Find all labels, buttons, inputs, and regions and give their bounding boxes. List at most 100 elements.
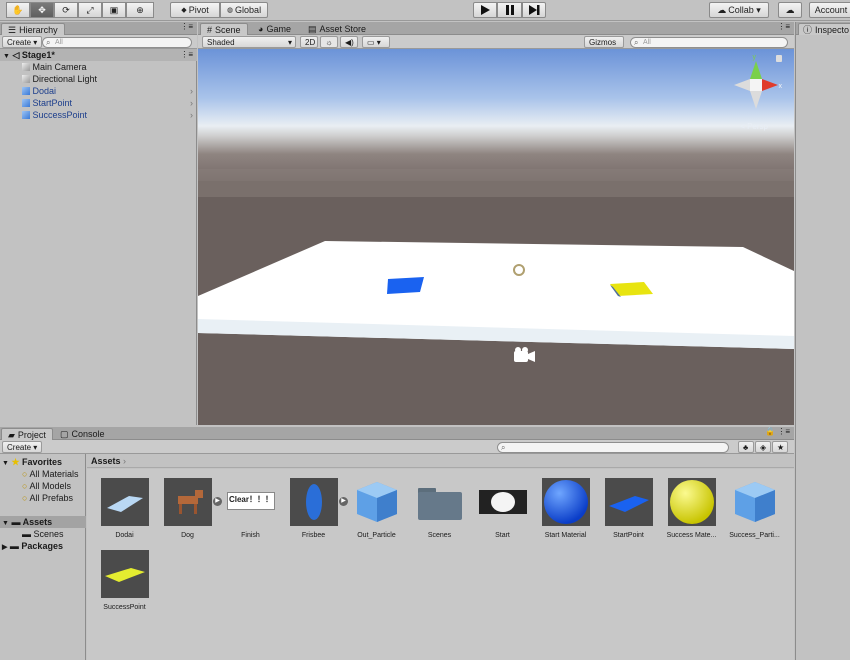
pivot-button[interactable]: ◆ Pivot [170,2,220,18]
collab-button[interactable]: ☁ Collab ▾ [709,2,769,18]
asset-item[interactable]: Dodai [93,478,156,548]
play-button[interactable] [473,2,497,18]
asset-item[interactable]: Out_Particle [345,478,408,548]
hierarchy-search-input[interactable]: ⌕ All [42,37,192,48]
transform-tool-icon[interactable]: ⊕ [126,2,154,18]
tag-icon: ◈ [760,443,767,452]
hierarchy-create-button[interactable]: Create ▾ [2,36,43,48]
pause-button[interactable] [497,2,522,18]
tab-game[interactable]: ◕ Game [252,23,297,35]
scene-root-row[interactable]: ▼ ◁ Stage1* ⋮≡ [0,49,197,61]
account-button[interactable]: Account [809,2,850,18]
asset-thumbnail [101,550,149,598]
step-icon [528,5,539,15]
pause-icon [505,5,514,15]
asset-item[interactable]: Scenes [408,478,471,548]
project-create-button[interactable]: Create ▾ [2,441,43,453]
rotate-tool-icon[interactable]: ⟳ [54,2,78,18]
hierarchy-item[interactable]: Main Camera [22,61,87,73]
asset-item[interactable]: Success_Parti... [723,478,786,548]
asset-item[interactable]: ▶ Frisbee [282,478,348,548]
tab-inspector[interactable]: ⓘ Inspecto [798,23,850,35]
chevron-right-icon[interactable]: › [190,109,193,121]
panel-menu-icon[interactable]: 🔒 ⋮≡ [765,427,790,436]
global-button[interactable]: ◍ Global [220,2,268,18]
tab-asset-store[interactable]: ▤ Asset Store [302,23,372,35]
asset-item[interactable]: Success Mate... [660,478,723,548]
asset-label: Finish [241,532,260,539]
filter-label-button[interactable]: ◈ [755,441,771,453]
create-label: Create [7,38,32,47]
expand-arrow-icon[interactable]: ▼ [2,460,9,467]
panel-menu-icon[interactable]: ⋮≡ [777,22,790,31]
chevron-right-icon[interactable]: › [190,97,193,109]
asset-thumbnail [353,478,401,526]
asset-thumbnail [416,478,464,526]
step-button[interactable] [522,2,546,18]
gameobject-icon [22,75,30,83]
prefab-icon [22,87,30,95]
breadcrumb-assets[interactable]: Assets [91,456,121,466]
expand-arrow-icon[interactable]: ▼ [3,53,10,60]
hierarchy-item[interactable]: SuccessPoint › [22,109,197,121]
lighting-toggle[interactable]: ☼ [320,36,338,48]
pivot-label: Pivot [188,5,209,15]
assets-folder-row[interactable]: ▼ ▬ Assets [0,516,86,528]
packages-folder-row[interactable]: ▶ ▬ Packages [2,540,63,552]
hierarchy-item[interactable]: StartPoint › [22,97,197,109]
scale-tool-icon[interactable]: ⤢ [78,2,102,18]
search-icon: ○ [22,469,28,479]
collapse-arrow-icon[interactable]: ▶ [2,544,7,551]
asset-item[interactable]: Start [471,478,534,548]
cloud-services-button[interactable]: ☁ [778,2,802,18]
asset-thumbnail [290,478,338,526]
hand-tool-icon[interactable]: ✋ [6,2,30,18]
asset-item[interactable]: ▶ Dog [156,478,222,548]
prefab-icon [22,111,30,119]
asset-item[interactable]: SuccessPoint [93,550,156,620]
expand-arrow-icon[interactable]: ▼ [2,520,9,527]
audio-toggle[interactable]: ◀) [340,36,358,48]
hierarchy-item[interactable]: Dodai › [22,85,197,97]
inspector-title: Inspecto [815,24,850,35]
asset-item[interactable]: Start Material [534,478,597,548]
orientation-gizmo-icon[interactable] [726,55,786,125]
scene-menu-icon[interactable]: ⋮≡ [180,49,193,61]
gizmo-x-label: x [778,83,783,90]
tab-hierarchy[interactable]: ☰ Hierarchy [1,23,65,35]
asset-thumbnail [101,478,149,526]
tab-console[interactable]: ▢ Console [54,428,111,440]
2d-label: 2D [305,38,316,47]
2d-toggle[interactable]: 2D [300,36,318,48]
scenes-folder-row[interactable]: ▬ Scenes [22,528,64,540]
favorite-button[interactable]: ★ [772,441,788,453]
hierarchy-item[interactable]: Directional Light [22,73,97,85]
scene-search-input[interactable]: ⌕ All [630,37,788,48]
rect-tool-icon[interactable]: ▣ [102,2,126,18]
favorite-item[interactable]: ○ All Models [22,480,71,492]
gizmos-dropdown[interactable]: Gizmos ▾ [584,36,624,58]
favorite-item[interactable]: ○ All Materials [22,468,78,480]
move-tool-icon[interactable]: ✥ [30,2,54,18]
hierarchy-title: Hierarchy [19,24,58,35]
gizmos-label: Gizmos [589,38,617,47]
asset-item[interactable]: StartPoint [597,478,660,548]
project-search-input[interactable]: ⌕ [497,442,729,453]
tab-game-label: Game [266,24,291,34]
tab-project[interactable]: ▰ Project [1,428,53,440]
effects-dropdown[interactable]: ▭ ▾ [362,36,390,48]
asset-item[interactable]: Clear！！！ Finish [219,478,282,548]
tab-scene[interactable]: # Scene [200,23,248,35]
favorite-item[interactable]: ○ All Prefabs [22,492,73,504]
shading-mode-select[interactable]: Shaded ▾ [202,36,296,48]
finish-thumbnail-text: Clear！！！ [227,492,275,510]
store-icon: ▤ [308,24,317,34]
folder-icon: ▰ [8,429,15,440]
filter-type-button[interactable]: ♣ [738,441,754,453]
perspective-label[interactable]: < Persp [740,122,768,131]
tab-scene-label: Scene [215,24,241,35]
chevron-right-icon[interactable]: › [190,85,193,97]
favorites-row[interactable]: ▼ ★ Favorites [2,456,62,468]
scene-viewport[interactable]: y x < Persp [198,49,794,425]
panel-menu-icon[interactable]: ⋮≡ [180,22,193,31]
